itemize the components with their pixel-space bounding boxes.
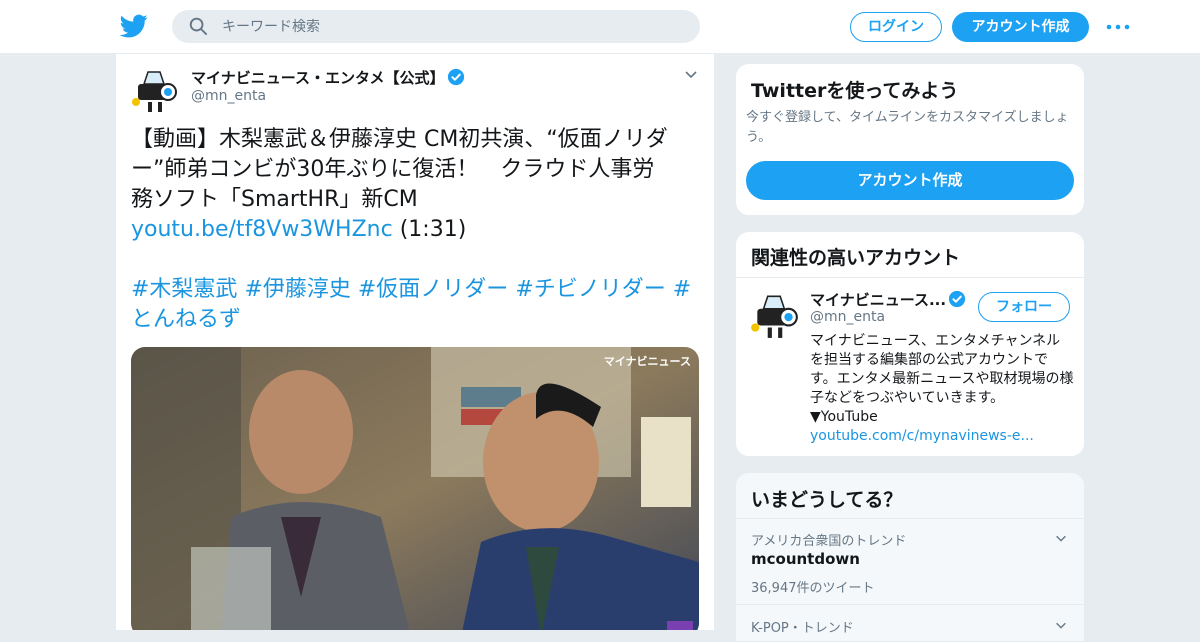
- twitter-bird-icon[interactable]: [120, 12, 148, 40]
- related-account-handle[interactable]: @mn_enta: [810, 309, 885, 325]
- divider: [736, 604, 1084, 605]
- trend-context: K-POP・トレンド: [751, 621, 854, 636]
- trend-context: アメリカ合衆国のトレンド: [751, 534, 907, 549]
- media-watermark: マイナビニュース: [603, 355, 691, 368]
- verified-badge-icon: [948, 290, 966, 308]
- related-card-title: 関連性の高いアカウント: [751, 247, 961, 269]
- tweet-card: マイナビニュース・エンタメ【公式】 @mn_enta 【動画】木梨憲武＆伊藤淳史…: [115, 54, 715, 630]
- verified-badge-icon: [447, 68, 465, 86]
- hashtag[interactable]: #木梨憲武: [131, 277, 237, 302]
- hashtag[interactable]: とんねるず: [131, 307, 241, 332]
- chevron-down-icon[interactable]: [683, 66, 699, 82]
- tweet-link[interactable]: youtu.be/tf8Vw3WHZnc: [131, 217, 393, 242]
- tweet-text-line: 務ソフト「SmartHR」新CM: [131, 187, 418, 212]
- related-account-name[interactable]: マイナビニュース...: [810, 289, 946, 310]
- related-account-bio: マイナビニュース、エンタメチャンネルを担当する編集部の公式アカウントです。エンタ…: [810, 333, 1074, 425]
- search-input[interactable]: [222, 10, 682, 43]
- chevron-down-icon[interactable]: [1054, 531, 1068, 545]
- trend-tweet-count: 36,947件のツイート: [751, 581, 875, 596]
- top-navigation-bar: ログイン アカウント作成: [0, 0, 1200, 54]
- video-duration: (1:31): [399, 217, 467, 242]
- signup-button[interactable]: アカウント作成: [952, 12, 1089, 42]
- related-account-avatar[interactable]: [749, 288, 801, 340]
- tweet-text-line: ー”師弟コンビが30年ぶりに復活！ クラウド人事労: [131, 157, 655, 182]
- author-name[interactable]: マイナビニュース・エンタメ【公式】: [191, 67, 445, 88]
- media-badge: [667, 621, 693, 630]
- search-box[interactable]: [172, 10, 700, 43]
- trends-card-title: いまどうしてる？: [751, 489, 903, 511]
- search-icon: [189, 17, 208, 36]
- more-options-icon[interactable]: [1106, 22, 1130, 32]
- signup-card-description: 今すぐ登録して、タイムラインをカスタマイズしましょう。: [746, 110, 1069, 145]
- divider: [736, 277, 1084, 278]
- signup-promo-card: Twitterを使ってみよう 今すぐ登録して、タイムラインをカスタマイズしましょ…: [735, 63, 1085, 216]
- related-account-bio-link[interactable]: youtube.com/c/mynavinews-e...: [810, 428, 1034, 444]
- login-button[interactable]: ログイン: [850, 12, 942, 42]
- video-scene-image: [131, 347, 699, 630]
- hashtag[interactable]: #伊藤淳史: [244, 277, 350, 302]
- author-avatar[interactable]: [130, 64, 180, 114]
- author-handle[interactable]: @mn_enta: [191, 88, 266, 104]
- hashtag[interactable]: #仮面ノリダー: [358, 277, 508, 302]
- related-accounts-card: 関連性の高いアカウント マイナビニュース... @mn_enta フォロー マイ…: [735, 231, 1085, 457]
- tweet-text-line: 【動画】木梨憲武＆伊藤淳史 CM初共演、“仮面ノリダ: [131, 127, 668, 152]
- signup-card-title: Twitterを使ってみよう: [751, 80, 959, 102]
- tweet-text: 【動画】木梨憲武＆伊藤淳史 CM初共演、“仮面ノリダ ー”師弟コンビが30年ぶり…: [131, 125, 701, 335]
- trends-card: いまどうしてる？ アメリカ合衆国のトレンド mcountdown 36,947件…: [735, 472, 1085, 642]
- follow-button[interactable]: フォロー: [978, 292, 1070, 322]
- trend-name[interactable]: mcountdown: [751, 550, 860, 568]
- video-thumbnail[interactable]: マイナビニュース: [131, 347, 699, 630]
- hashtag[interactable]: #: [673, 277, 691, 302]
- divider: [736, 518, 1084, 519]
- hashtag[interactable]: #チビノリダー: [515, 277, 665, 302]
- signup-card-button[interactable]: アカウント作成: [746, 161, 1074, 200]
